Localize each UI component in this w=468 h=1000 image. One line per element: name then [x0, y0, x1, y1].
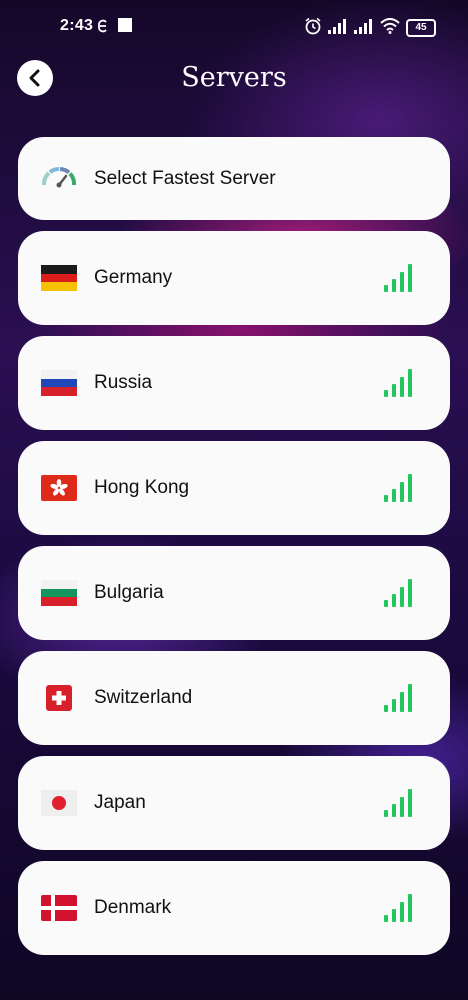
cell-signal-1-icon	[328, 19, 346, 34]
server-name: Germany	[94, 267, 173, 288]
signal-strength-icon	[384, 264, 412, 292]
server-name: Hong Kong	[94, 477, 190, 498]
server-name: Denmark	[94, 897, 172, 918]
server-item-germany[interactable]: Germany	[18, 231, 450, 325]
server-item-russia[interactable]: Russia	[18, 336, 450, 430]
server-name: Bulgaria	[94, 582, 164, 603]
status-bar: 2:43 45	[0, 0, 468, 52]
server-name: Japan	[94, 792, 146, 813]
russia-flag-icon	[41, 370, 77, 396]
germany-flag-icon	[41, 265, 77, 291]
server-item-hong-kong[interactable]: Hong Kong	[18, 441, 450, 535]
fastest-server-label: Select Fastest Server	[94, 167, 276, 189]
bulgaria-flag-icon	[41, 580, 77, 606]
alarm-icon	[305, 17, 321, 35]
switzerland-flag-icon	[46, 685, 72, 711]
clock: 2:43	[60, 17, 94, 34]
sync-icon	[98, 19, 107, 33]
stop-icon	[118, 18, 132, 32]
japan-flag-icon	[41, 790, 77, 816]
server-item-bulgaria[interactable]: Bulgaria	[18, 546, 450, 640]
speedometer-icon	[42, 167, 77, 188]
signal-strength-icon	[384, 789, 412, 817]
server-name: Switzerland	[94, 687, 193, 708]
select-fastest-server-button[interactable]: Select Fastest Server	[18, 137, 450, 220]
hong-kong-flag-icon	[41, 475, 77, 501]
signal-strength-icon	[384, 369, 412, 397]
server-item-switzerland[interactable]: Switzerland	[18, 651, 450, 745]
battery-indicator: 45	[406, 19, 436, 37]
wifi-icon	[380, 18, 400, 34]
cell-signal-2-icon	[354, 19, 372, 34]
denmark-flag-icon	[41, 895, 77, 921]
server-item-denmark[interactable]: Denmark	[18, 861, 450, 955]
signal-strength-icon	[384, 579, 412, 607]
signal-strength-icon	[384, 684, 412, 712]
server-name: Russia	[94, 372, 153, 393]
signal-strength-icon	[384, 474, 412, 502]
signal-strength-icon	[384, 894, 412, 922]
server-item-japan[interactable]: Japan	[18, 756, 450, 850]
page-title: Servers	[181, 62, 287, 93]
